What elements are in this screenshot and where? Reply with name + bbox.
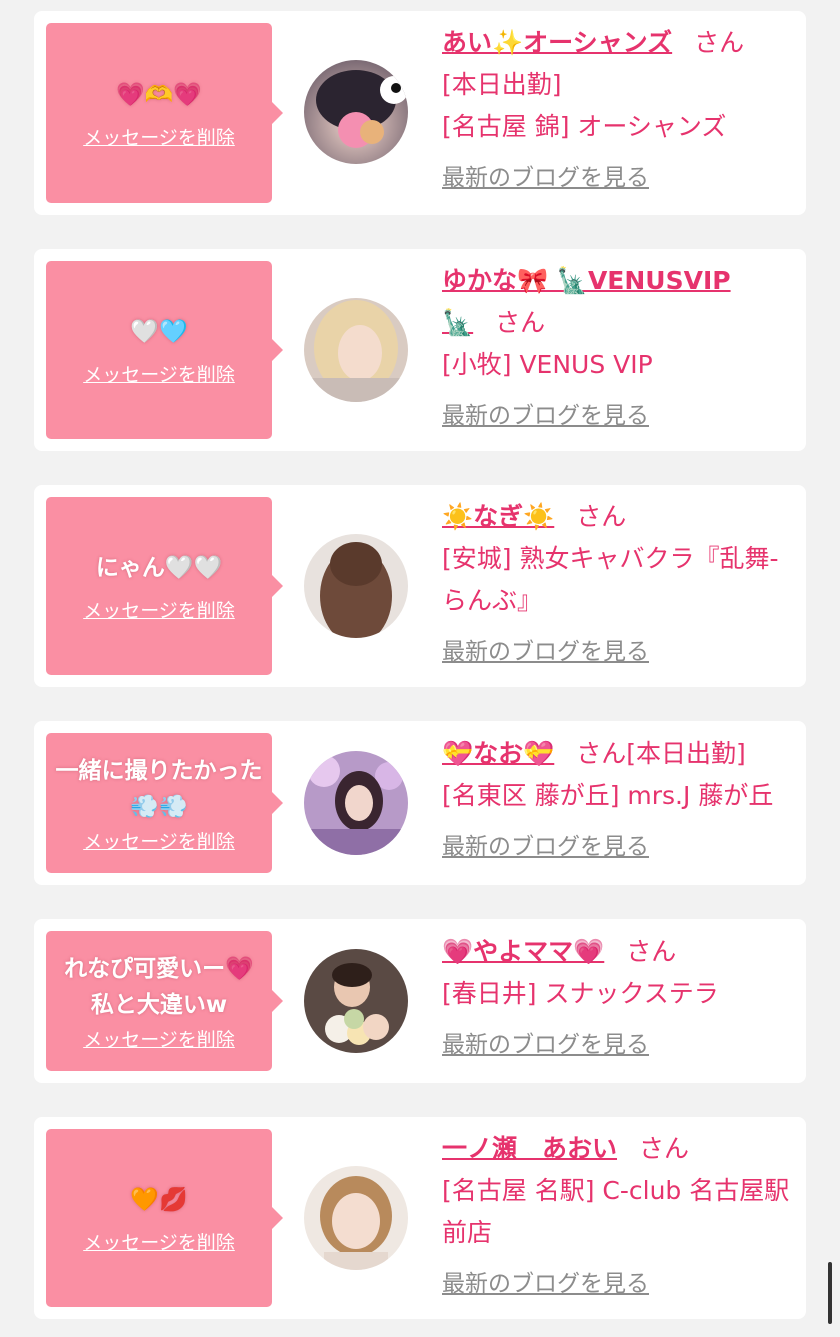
message-card: 🧡💋 メッセージを削除 一ノ瀬 あおい さん [名古屋 名駅] C-club 名古… <box>34 1117 806 1319</box>
message-card: 💗🫶💗 メッセージを削除 あい✨オーシャンズ さん [本日出勤] [名古屋 錦] … <box>34 11 806 215</box>
latest-blog-link[interactable]: 最新のブログを見る <box>442 396 649 430</box>
delete-message-link[interactable]: メッセージを削除 <box>83 123 235 150</box>
entry-line: [安城] 熟女キャバクラ『乱舞-らんぶ』 <box>442 544 779 615</box>
avatar[interactable] <box>304 751 408 855</box>
entry-line: [春日井] スナックステラ <box>442 979 719 1008</box>
entry-line: [名古屋 錦] オーシャンズ <box>442 112 727 141</box>
profile-name-link[interactable]: 💝なお💝 <box>442 739 554 768</box>
message-card: にゃん🤍🤍 メッセージを削除 ☀️なぎ☀️ さん [安城] 熟女キャバクラ『乱舞-… <box>34 485 806 687</box>
latest-blog-link[interactable]: 最新のブログを見る <box>442 158 649 192</box>
message-bubble: れなぴ可愛いー💗私と大違いw メッセージを削除 <box>46 931 283 1071</box>
delete-message-link[interactable]: メッセージを削除 <box>83 1025 235 1052</box>
message-text: 🤍🩵 <box>130 318 188 345</box>
entry-line: [本日出勤] <box>442 70 562 99</box>
message-card: 一緒に撮りたかった💨💨 メッセージを削除 💝なお💝 さん[本日出勤] [名東区 藤… <box>34 721 806 885</box>
delete-message-link[interactable]: メッセージを削除 <box>83 596 235 623</box>
avatar[interactable] <box>304 949 408 1053</box>
message-text: 一緒に撮りたかった💨💨 <box>55 757 263 820</box>
san-suffix: さん <box>694 28 745 57</box>
delete-message-link[interactable]: メッセージを削除 <box>83 827 235 854</box>
shift-status: [本日出勤] <box>626 739 746 768</box>
san-suffix: さん <box>626 937 677 966</box>
san-suffix: さん <box>576 739 627 768</box>
message-bubble: 一緒に撮りたかった💨💨 メッセージを削除 <box>46 733 283 873</box>
message-text: にゃん🤍🤍 <box>95 554 223 581</box>
avatar[interactable] <box>304 1166 408 1270</box>
profile-name-link[interactable]: あい✨オーシャンズ <box>442 28 672 57</box>
entry-line: [名古屋 名駅] C-club 名古屋駅前店 <box>442 1176 790 1247</box>
scrollbar[interactable] <box>828 1262 832 1324</box>
profile-name-link[interactable]: ☀️なぎ☀️ <box>442 502 554 531</box>
delete-message-link[interactable]: メッセージを削除 <box>83 360 235 387</box>
message-text: 🧡💋 <box>130 1186 188 1213</box>
san-suffix: さん <box>495 308 546 337</box>
entry-line: [小牧] VENUS VIP <box>442 350 653 379</box>
message-bubble: 💗🫶💗 メッセージを削除 <box>46 23 283 203</box>
message-text: れなぴ可愛いー💗私と大違いw <box>64 955 254 1018</box>
profile-name-link[interactable]: 💗やよママ💗 <box>442 937 604 966</box>
delete-message-link[interactable]: メッセージを削除 <box>83 1228 235 1255</box>
entry-info: ゆかな🎀 🗽VENUSVIP 🗽 さん [小牧] VENUS VIP 最新のブログ… <box>442 260 796 430</box>
message-card: れなぴ可愛いー💗私と大違いw メッセージを削除 💗やよママ💗 さん [春日井] ス… <box>34 919 806 1083</box>
message-text: 💗🫶💗 <box>116 81 202 108</box>
avatar[interactable] <box>304 534 408 638</box>
latest-blog-link[interactable]: 最新のブログを見る <box>442 827 649 861</box>
latest-blog-link[interactable]: 最新のブログを見る <box>442 632 649 666</box>
profile-name-link[interactable]: 一ノ瀬 あおい <box>442 1134 617 1163</box>
entry-info: 💗やよママ💗 さん [春日井] スナックステラ 最新のブログを見る <box>442 931 796 1059</box>
entry-info: あい✨オーシャンズ さん [本日出勤] [名古屋 錦] オーシャンズ 最新のブログ… <box>442 22 796 192</box>
entry-info: 一ノ瀬 あおい さん [名古屋 名駅] C-club 名古屋駅前店 最新のブログを… <box>442 1128 796 1298</box>
san-suffix: さん <box>576 502 627 531</box>
latest-blog-link[interactable]: 最新のブログを見る <box>442 1264 649 1298</box>
avatar[interactable] <box>304 60 408 164</box>
entry-line: [名東区 藤が丘] mrs.J 藤が丘 <box>442 781 774 810</box>
san-suffix: さん <box>639 1134 690 1163</box>
message-bubble: 🧡💋 メッセージを削除 <box>46 1129 283 1307</box>
message-card: 🤍🩵 メッセージを削除 ゆかな🎀 🗽VENUSVIP 🗽 さん [小牧] VENU… <box>34 249 806 451</box>
latest-blog-link[interactable]: 最新のブログを見る <box>442 1025 649 1059</box>
message-bubble: 🤍🩵 メッセージを削除 <box>46 261 283 439</box>
profile-name-link[interactable]: ゆかな🎀 🗽VENUSVIP 🗽 <box>442 266 731 337</box>
entry-info: ☀️なぎ☀️ さん [安城] 熟女キャバクラ『乱舞-らんぶ』 最新のブログを見る <box>442 496 796 666</box>
avatar[interactable] <box>304 298 408 402</box>
message-bubble: にゃん🤍🤍 メッセージを削除 <box>46 497 283 675</box>
entry-info: 💝なお💝 さん[本日出勤] [名東区 藤が丘] mrs.J 藤が丘 最新のブログを… <box>442 733 796 861</box>
